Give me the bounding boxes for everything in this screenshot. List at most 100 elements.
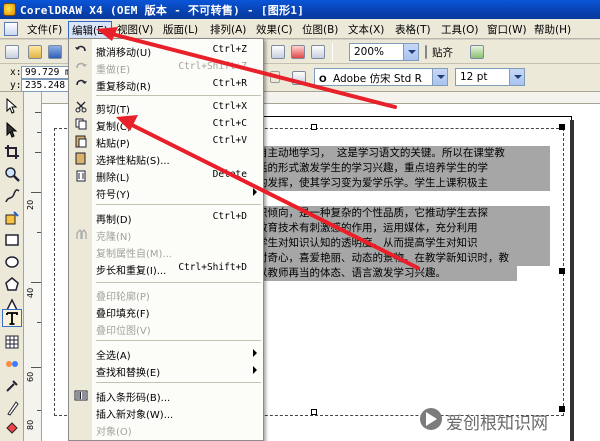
menu-help[interactable]: 帮助(H) — [534, 22, 571, 37]
import-icon[interactable] — [291, 45, 305, 59]
rectangle-tool-icon[interactable] — [4, 232, 20, 248]
y-position-field[interactable]: 235.248 mm — [21, 79, 69, 92]
menu-item-repeat-move[interactable]: 重复移动(R) Ctrl+R — [69, 76, 263, 93]
menu-item-overprint-bitmap[interactable]: 叠印位图(V) — [69, 320, 263, 337]
menu-item-redo[interactable]: 重做(E) Ctrl+Shift+Z — [69, 59, 263, 76]
save-icon[interactable] — [48, 45, 62, 59]
smart-fill-tool-icon[interactable] — [4, 210, 20, 226]
ruler-tick — [37, 410, 41, 411]
x-position-field[interactable]: 99.729 mm — [21, 66, 69, 79]
menu-item-duplicate[interactable]: 再制(D) Ctrl+D — [69, 209, 263, 226]
bottom-handle[interactable] — [311, 409, 317, 415]
outline-pen-tool-icon[interactable] — [4, 400, 20, 416]
ellipse-tool-icon[interactable] — [4, 254, 20, 270]
shape-tool-icon[interactable] — [4, 121, 20, 138]
ruler-label: 80 — [26, 419, 35, 430]
menu-separator — [96, 95, 261, 96]
submenu-arrow-icon — [253, 188, 257, 196]
scissors-icon — [75, 101, 87, 113]
font-size-combo[interactable]: 12 pt — [455, 68, 525, 86]
menu-item-clone[interactable]: 克隆(N) — [69, 226, 263, 243]
menu-item-insert-object[interactable]: 插入新对象(W)... — [69, 404, 263, 421]
crop-tool-icon[interactable] — [4, 144, 20, 160]
menu-text[interactable]: 文本(X) — [348, 22, 384, 37]
font-family-value: Adobe 仿宋 Std R — [333, 73, 422, 85]
table-tool-icon[interactable] — [4, 334, 20, 350]
menu-item-step-and-repeat[interactable]: 步长和重复(I)... Ctrl+Shift+D — [69, 260, 263, 277]
chevron-down-icon[interactable] — [509, 69, 524, 85]
font-family-combo[interactable]: O Adobe 仿宋 Std R — [314, 68, 448, 86]
text-line: 以教师再当的体态、语言激发学习兴趣。 — [257, 266, 517, 281]
ruler-tick — [35, 112, 41, 113]
menu-item-cut[interactable]: 剪切(T) Ctrl+X — [69, 99, 263, 116]
menu-item-find-replace[interactable]: 查找和替换(E) — [69, 362, 263, 379]
menu-item-overprint-outline[interactable]: 叠印轮廓(P) — [69, 286, 263, 303]
menu-item-undo-move[interactable]: 撤消移动(U) Ctrl+Z — [69, 42, 263, 59]
menu-effects[interactable]: 效果(C) — [256, 22, 293, 37]
menu-item-insert-barcode[interactable]: 插入条形码(B)... — [69, 387, 263, 404]
page-shadow — [570, 120, 574, 441]
menu-separator — [96, 340, 261, 341]
selected-paragraph-text[interactable]: 自主动地学习， 这是学习语文的关键。所以在课堂教 话的形式激发学生的学习兴趣，重… — [257, 146, 550, 281]
menu-item-paste[interactable]: 粘贴(P) Ctrl+V — [69, 133, 263, 150]
zoom-combo[interactable]: 200% — [349, 43, 419, 61]
delete-icon — [76, 170, 86, 182]
ruler-tick — [31, 282, 41, 283]
ruler-label: 40 — [26, 287, 35, 298]
bottom-right-handle[interactable] — [559, 406, 565, 412]
opentype-icon: O — [319, 75, 327, 85]
zoom-tool-icon[interactable] — [4, 166, 20, 182]
menu-window[interactable]: 窗口(W) — [487, 22, 527, 37]
polygon-tool-icon[interactable] — [4, 276, 20, 292]
snap-to-label[interactable]: 贴齐 — [432, 45, 453, 60]
chevron-down-icon[interactable] — [403, 44, 418, 60]
menu-item-object[interactable]: 对象(O) — [69, 421, 263, 438]
toolbar-separator — [332, 43, 333, 61]
coreldraw-app-icon[interactable] — [3, 3, 16, 16]
chevron-down-icon[interactable] — [432, 69, 447, 85]
menu-table[interactable]: 表格(T) — [395, 22, 431, 37]
menu-item-symbol[interactable]: 符号(Y) — [69, 184, 263, 201]
submenu-arrow-icon — [253, 349, 257, 357]
window-title: CorelDRAW X4 (OEM 版本 - 不可转售) - [图形1] — [20, 4, 305, 17]
lock-ratio-icon[interactable] — [270, 71, 280, 83]
ruler-tick — [35, 152, 41, 153]
pick-tool-icon[interactable] — [4, 97, 20, 114]
menu-item-copy[interactable]: 复制(C) Ctrl+C — [69, 116, 263, 133]
new-document-icon[interactable] — [5, 45, 19, 59]
top-handle[interactable] — [311, 124, 317, 130]
menu-file[interactable]: 文件(F) — [27, 22, 62, 37]
rotate-icon[interactable] — [292, 71, 306, 85]
ruler-tick — [37, 132, 41, 133]
freehand-tool-icon[interactable] — [4, 188, 20, 204]
text-line: 学生对知识认知的透明度，从而提高学生对知识 — [257, 236, 550, 251]
fill-tool-icon[interactable] — [4, 420, 20, 436]
watermark-text: 爱创根知识网 — [446, 414, 548, 434]
application-launcher-icon[interactable] — [271, 45, 285, 59]
export-icon[interactable] — [311, 45, 325, 59]
vertical-ruler[interactable]: 20 40 60 80 — [24, 92, 42, 441]
document-icon[interactable] — [4, 22, 18, 36]
menu-bitmaps[interactable]: 位图(B) — [302, 22, 338, 37]
menu-item-select-all[interactable]: 全选(A) — [69, 345, 263, 362]
clone-icon — [76, 228, 87, 239]
menu-item-paste-special[interactable]: 选择性粘贴(S)... — [69, 150, 263, 167]
menu-arrange[interactable]: 排列(A) — [210, 22, 246, 37]
open-folder-icon[interactable] — [28, 45, 42, 59]
eyedropper-tool-icon[interactable] — [4, 378, 20, 394]
menu-view[interactable]: 视图(V) — [117, 22, 153, 37]
menu-item-delete[interactable]: 删除(L) Delete — [69, 167, 263, 184]
top-right-handle[interactable] — [559, 124, 565, 130]
text-tool-icon[interactable] — [2, 309, 22, 327]
ruler-label: 20 — [26, 199, 35, 210]
menu-item-copy-properties[interactable]: 复制属性自(M)... — [69, 243, 263, 260]
y-label: y: — [10, 80, 22, 91]
toolbar-grip-icon — [425, 45, 427, 59]
menu-layout[interactable]: 版面(L) — [163, 22, 198, 37]
interactive-blend-tool-icon[interactable] — [4, 356, 20, 372]
menu-tools[interactable]: 工具(O) — [441, 22, 478, 37]
options-icon[interactable] — [470, 45, 484, 59]
right-handle[interactable] — [559, 268, 565, 274]
copy-icon — [75, 118, 87, 130]
menu-item-overprint-fill[interactable]: 叠印填充(F) — [69, 303, 263, 320]
